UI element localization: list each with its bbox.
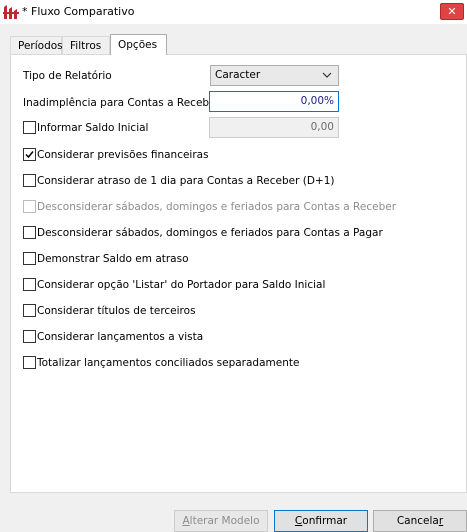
- initial-balance-input[interactable]: 0,00: [209, 117, 339, 138]
- checkbox-label-listar-option: Considerar opção 'Listar' do Portador pa…: [37, 279, 326, 291]
- checkbox-cash-entries[interactable]: [23, 330, 36, 343]
- report-type-label: Tipo de Relatório: [23, 70, 112, 82]
- report-type-value: Caracter: [215, 69, 261, 81]
- close-button[interactable]: ✕: [440, 3, 464, 20]
- tab-opcoes[interactable]: Opções: [110, 34, 167, 55]
- app-logo-icon: [3, 4, 19, 20]
- checkbox-label-d1-delay: Considerar atraso de 1 dia para Contas a…: [37, 175, 335, 187]
- checkbox-third-party-titles[interactable]: [23, 304, 36, 317]
- confirm-label: onfirmar: [302, 515, 348, 527]
- close-icon: ✕: [447, 5, 457, 18]
- checkbox-label-ignore-weekends-receivable: Desconsiderar sábados, domingos e feriad…: [37, 201, 397, 213]
- checkbox-listar-option[interactable]: [23, 278, 36, 291]
- title-bar: * Fluxo Comparativo ✕: [0, 0, 467, 24]
- checkbox-ignore-weekends-receivable[interactable]: [23, 200, 36, 213]
- initial-balance-checkbox[interactable]: [23, 121, 36, 134]
- tab-filtros[interactable]: Filtros: [62, 36, 110, 54]
- default-rate-label: Inadimplência para Contas a Receber: [23, 97, 220, 109]
- chevron-down-icon: [322, 72, 332, 78]
- cancel-mnemonic: r: [438, 515, 444, 527]
- report-type-select[interactable]: Caracter: [210, 65, 339, 86]
- checkbox-label-overdue-balance: Demonstrar Saldo em atraso: [37, 253, 189, 265]
- checkbox-d1-delay[interactable]: [23, 174, 36, 187]
- checkbox-label-reconciled-separately: Totalizar lançamentos conciliados separa…: [37, 357, 300, 369]
- tab-periodos[interactable]: Períodos: [10, 36, 63, 54]
- checkbox-reconciled-separately[interactable]: [23, 356, 36, 369]
- window-title: * Fluxo Comparativo: [22, 5, 135, 18]
- checkbox-label-ignore-weekends-payable: Desconsiderar sábados, domingos e feriad…: [37, 227, 383, 239]
- checkbox-financial-forecasts[interactable]: [23, 148, 36, 161]
- checkbox-overdue-balance[interactable]: [23, 252, 36, 265]
- checkbox-ignore-weekends-payable[interactable]: [23, 226, 36, 239]
- alter-model-label: lterar Modelo: [189, 515, 260, 527]
- checkbox-label-third-party-titles: Considerar títulos de terceiros: [37, 305, 196, 317]
- cancel-button[interactable]: Cancelar: [373, 510, 467, 532]
- alter-model-mnemonic: A: [182, 515, 190, 527]
- confirm-button[interactable]: Confirmar: [274, 510, 368, 532]
- checkbox-label-cash-entries: Considerar lançamentos a vista: [37, 331, 204, 343]
- checkbox-label-financial-forecasts: Considerar previsões financeiras: [37, 149, 209, 161]
- cancel-label: Cancela: [396, 515, 439, 527]
- checkmark-icon: [25, 151, 34, 159]
- default-rate-input[interactable]: 0,00%: [209, 91, 339, 112]
- alter-model-button[interactable]: Alterar Modelo: [174, 510, 268, 532]
- initial-balance-label: Informar Saldo Inicial: [37, 122, 149, 134]
